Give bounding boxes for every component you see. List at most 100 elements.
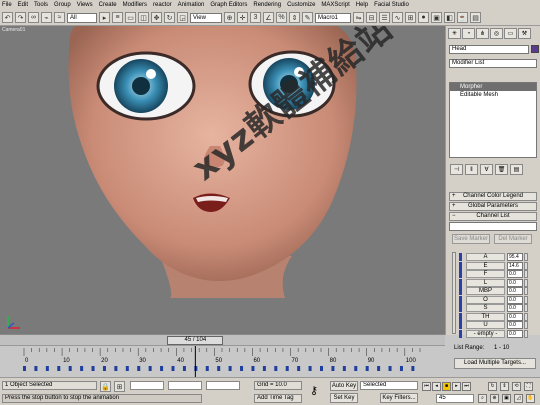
channel-spinner[interactable] <box>524 329 528 338</box>
selection-filter-select[interactable]: All <box>67 12 97 23</box>
z-coordinate-field[interactable] <box>206 381 240 390</box>
create-tab-icon[interactable]: ✳ <box>448 28 461 39</box>
select-by-name-icon[interactable]: ≡ <box>112 12 123 23</box>
x-coordinate-field[interactable] <box>130 381 164 390</box>
previous-frame-icon[interactable]: ◂ <box>432 382 441 391</box>
stop-icon[interactable]: ■ <box>442 382 451 391</box>
menu-item-maxscript[interactable]: MAXScript <box>321 2 349 8</box>
render-frame-icon[interactable]: ◧ <box>444 12 455 23</box>
select-scale-icon[interactable]: ◲ <box>177 12 188 23</box>
go-to-start-icon[interactable]: ⏮ <box>422 382 431 391</box>
rollout-channel-list[interactable]: − Channel List <box>449 212 537 221</box>
configure-modifier-sets-icon[interactable]: ▤ <box>510 164 523 175</box>
reference-coordinate-select[interactable]: View <box>190 12 222 23</box>
bind-space-warp-icon[interactable]: ≈ <box>54 12 65 23</box>
menu-item-views[interactable]: Views <box>77 2 93 8</box>
menu-item-customize[interactable]: Customize <box>287 2 315 8</box>
menu-item-help[interactable]: Help <box>356 2 368 8</box>
menu-item-modifiers[interactable]: Modifiers <box>123 2 147 8</box>
del-marker-button[interactable]: Del Marker <box>494 234 532 244</box>
zoom-extents-icon[interactable]: ▣ <box>502 394 511 403</box>
menu-item-rendering[interactable]: Rendering <box>253 2 281 8</box>
align-icon[interactable]: ⊟ <box>366 12 377 23</box>
edit-named-selections-icon[interactable]: ✎ <box>302 12 313 23</box>
render-type-icon[interactable]: ▤ <box>470 12 481 23</box>
hierarchy-tab-icon[interactable]: ⋔ <box>476 28 489 39</box>
unlink-icon[interactable]: ⌁ <box>41 12 52 23</box>
pan-icon[interactable]: ✋ <box>526 394 535 403</box>
show-end-result-icon[interactable]: ‖ <box>465 164 478 175</box>
timeline[interactable]: 0 10 20 30 40 50 60 70 80 90 100 <box>0 345 445 378</box>
menu-item-create[interactable]: Create <box>99 2 117 8</box>
redo-icon[interactable]: ↷ <box>15 12 26 23</box>
save-marker-button[interactable]: Save Marker <box>452 234 490 244</box>
object-name-field[interactable]: Head <box>449 45 529 54</box>
layer-manager-icon[interactable]: ☰ <box>379 12 390 23</box>
percent-snap-icon[interactable]: % <box>276 12 287 23</box>
load-multiple-targets-button[interactable]: Load Multiple Targets... <box>454 358 536 369</box>
render-setup-icon[interactable]: ▣ <box>431 12 442 23</box>
menu-item-animation[interactable]: Animation <box>178 2 205 8</box>
quick-render-icon[interactable]: ☕ <box>457 12 468 23</box>
utilities-tab-icon[interactable]: ⚒ <box>518 28 531 39</box>
lock-selection-icon[interactable]: 🔒 <box>100 381 111 392</box>
go-to-end-icon[interactable]: ⏭ <box>462 382 471 391</box>
curve-editor-icon[interactable]: ∿ <box>392 12 403 23</box>
remove-modifier-icon[interactable]: 🗑 <box>495 164 508 175</box>
select-rotate-icon[interactable]: ↻ <box>164 12 175 23</box>
select-move-icon[interactable]: ✥ <box>151 12 162 23</box>
orbit-icon[interactable]: ↻ <box>488 382 497 391</box>
auto-key-button[interactable]: Auto Key <box>330 381 358 391</box>
stack-item-editable-mesh[interactable]: Editable Mesh <box>450 91 536 99</box>
stack-item-morpher[interactable]: Morpher <box>450 83 536 91</box>
angle-snap-icon[interactable]: ∠ <box>263 12 274 23</box>
channel-name-button[interactable]: - empty - <box>466 329 505 338</box>
select-region-icon[interactable]: ▭ <box>125 12 136 23</box>
menu-item-group[interactable]: Group <box>54 2 71 8</box>
menu-item-reactor[interactable]: reactor <box>153 2 172 8</box>
morph-channel-row[interactable]: - empty -0.0 <box>459 329 537 339</box>
modifier-stack[interactable]: Morpher Editable Mesh <box>449 82 537 158</box>
select-manipulate-icon[interactable]: ✛ <box>237 12 248 23</box>
dolly-icon[interactable]: ⇕ <box>500 382 509 391</box>
camera-viewport[interactable]: Camera01 xyz軟體補給站 <box>0 26 445 334</box>
maximize-viewport-icon[interactable]: ⛶ <box>524 382 533 391</box>
menu-item-file[interactable]: File <box>2 2 12 8</box>
window-crossing-icon[interactable]: ◫ <box>138 12 149 23</box>
key-filters-button[interactable]: Key Filters... <box>380 393 418 403</box>
menu-item-graph-editors[interactable]: Graph Editors <box>210 2 247 8</box>
channel-scrollbar[interactable] <box>452 252 456 334</box>
marker-select[interactable] <box>449 222 537 231</box>
set-key-button[interactable]: Set Key <box>330 393 358 403</box>
pin-stack-icon[interactable]: ⊣ <box>450 164 463 175</box>
rollout-global-parameters[interactable]: + Global Parameters <box>449 202 537 211</box>
next-frame-icon[interactable]: ▸ <box>452 382 461 391</box>
modify-tab-icon[interactable]: ◔ <box>462 28 475 39</box>
spinner-snap-icon[interactable]: ⇕ <box>289 12 300 23</box>
make-unique-icon[interactable]: ∀ <box>480 164 493 175</box>
menu-item-tools[interactable]: Tools <box>34 2 48 8</box>
named-selection-select[interactable]: Macro1 <box>315 12 351 23</box>
menu-item-edit[interactable]: Edit <box>18 2 28 8</box>
menu-item-facial-studio[interactable]: Facial Studio <box>374 2 409 8</box>
rollout-channel-color-legend[interactable]: + Channel Color Legend <box>449 192 537 201</box>
display-tab-icon[interactable]: ▭ <box>504 28 517 39</box>
y-coordinate-field[interactable] <box>168 381 202 390</box>
timeline-ruler[interactable]: 0 10 20 30 40 50 60 70 80 90 100 <box>0 346 445 378</box>
add-time-tag[interactable]: Add Time Tag <box>254 394 302 403</box>
absolute-mode-icon[interactable]: ⊞ <box>114 381 125 392</box>
channel-value-field[interactable]: 0.0 <box>507 329 523 338</box>
select-object-icon[interactable]: ▸ <box>99 12 110 23</box>
key-mode-select[interactable]: Selected <box>360 381 418 390</box>
snap-toggle-icon[interactable]: 3 <box>250 12 261 23</box>
link-icon[interactable]: ∞ <box>28 12 39 23</box>
time-slider[interactable]: 45 / 104 <box>0 334 445 345</box>
mirror-icon[interactable]: ⇋ <box>353 12 364 23</box>
object-color-swatch[interactable] <box>531 45 539 53</box>
time-slider-handle[interactable]: 45 / 104 <box>167 336 224 345</box>
zoom-all-icon[interactable]: ⊕ <box>490 394 499 403</box>
zoom-icon[interactable]: ⌕ <box>478 394 487 403</box>
pivot-center-icon[interactable]: ⊕ <box>224 12 235 23</box>
modifier-list-select[interactable]: Modifier List <box>449 59 537 68</box>
schematic-view-icon[interactable]: ⊞ <box>405 12 416 23</box>
